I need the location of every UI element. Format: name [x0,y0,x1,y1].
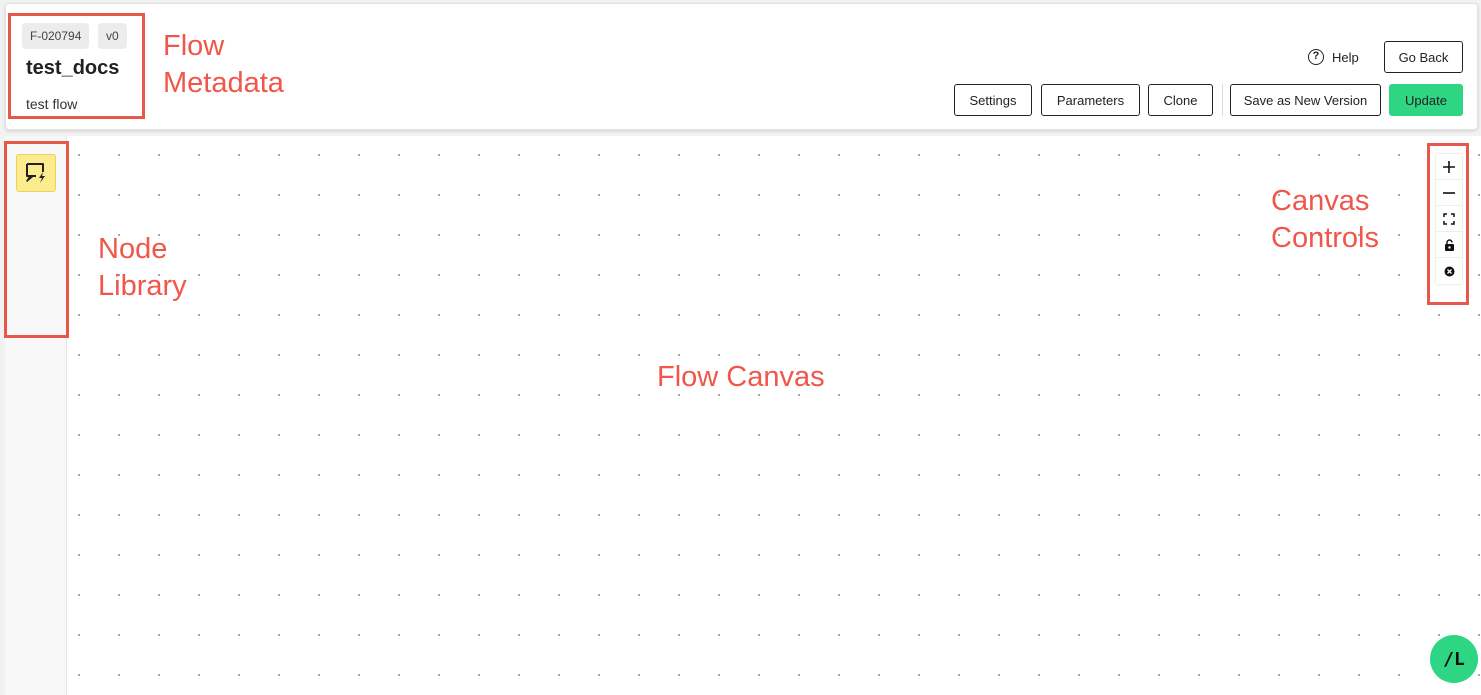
flow-canvas-annotation: Flow Canvas [657,361,825,393]
canvas-controls-highlight [1427,143,1469,305]
flow-metadata-annotation: Flow Metadata [163,30,284,99]
clone-button[interactable]: Clone [1148,84,1213,116]
help-link[interactable]: ? Help [1308,49,1359,65]
assistant-bubble-button[interactable]: /L [1430,635,1478,683]
flow-metadata-highlight [8,13,145,119]
save-as-new-version-button[interactable]: Save as New Version [1230,84,1381,116]
go-back-button[interactable]: Go Back [1384,41,1463,73]
settings-button[interactable]: Settings [954,84,1032,116]
node-library-highlight [4,141,69,338]
canvas-controls-annotation: Canvas Controls [1271,185,1379,254]
update-button[interactable]: Update [1389,84,1463,116]
flow-canvas[interactable] [67,136,1481,695]
node-library-annotation: Node Library [98,233,187,302]
toolbar-divider [1222,84,1223,116]
help-icon: ? [1308,49,1324,65]
parameters-button[interactable]: Parameters [1041,84,1140,116]
help-label: Help [1332,49,1359,65]
